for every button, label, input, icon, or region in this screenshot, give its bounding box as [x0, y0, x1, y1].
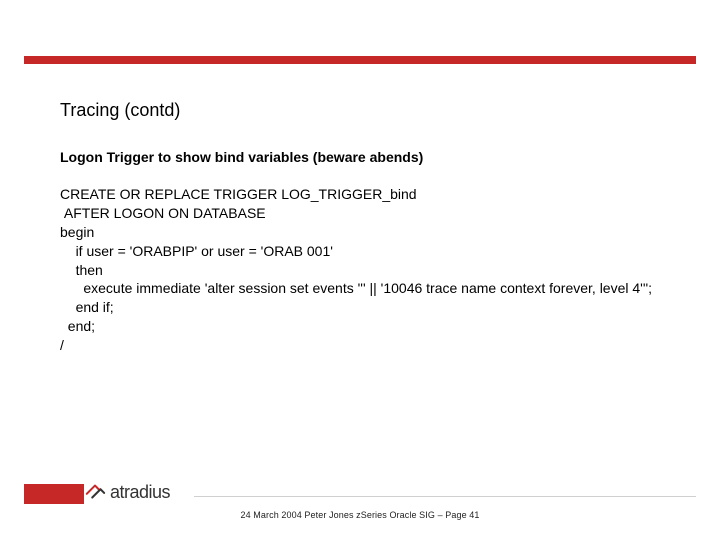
slide-title: Tracing (contd) [60, 100, 670, 121]
footer-red-block [24, 484, 84, 504]
footer-text: 24 March 2004 Peter Jones zSeries Oracle… [0, 510, 720, 520]
code-block: CREATE OR REPLACE TRIGGER LOG_TRIGGER_bi… [60, 185, 670, 355]
slide-subhead: Logon Trigger to show bind variables (be… [60, 149, 670, 165]
brand-name: atradius [110, 482, 170, 503]
header-bar [24, 56, 696, 64]
brand-logo: atradius [84, 480, 170, 504]
footer-divider [194, 496, 696, 497]
logo-mark-icon [84, 481, 106, 503]
footer-bar: atradius [24, 484, 696, 504]
slide-content: Tracing (contd) Logon Trigger to show bi… [60, 100, 670, 355]
